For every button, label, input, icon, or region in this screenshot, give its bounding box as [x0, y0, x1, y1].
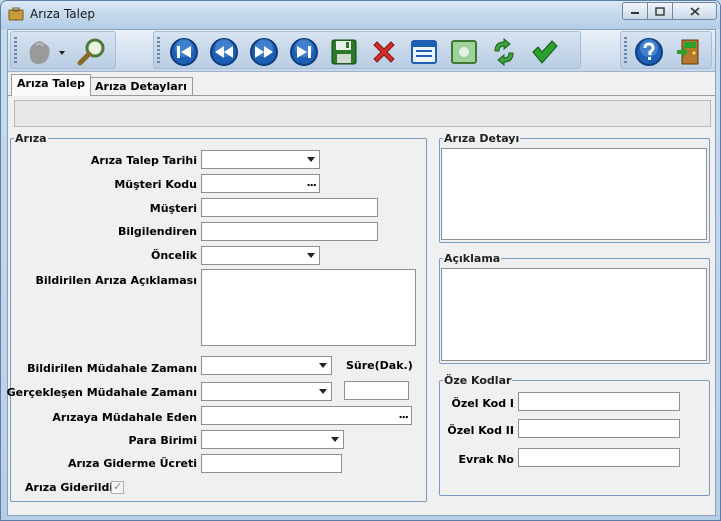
save-icon [331, 39, 357, 65]
giderildi-checkbox[interactable] [111, 480, 124, 494]
oncelik-label: Öncelik [150, 249, 197, 262]
filter-button[interactable] [21, 37, 71, 67]
search-icon [77, 38, 105, 66]
chevron-down-icon [331, 437, 339, 442]
form-view-icon [411, 40, 437, 64]
ozel-kod-2-label: Özel Kod II [447, 424, 514, 437]
form-view-button[interactable] [408, 37, 440, 67]
toolbar-grip[interactable] [14, 37, 17, 65]
chevron-down-icon [307, 253, 315, 258]
app-icon [8, 7, 24, 21]
tab-ariza-talep[interactable]: Arıza Talep [11, 74, 91, 96]
aciklama-group-textarea[interactable] [441, 268, 707, 361]
refresh-button[interactable] [488, 37, 520, 67]
previous-record-icon [210, 38, 238, 66]
mudahale-eden-field[interactable]: ... [201, 406, 412, 425]
toolbar-group-records [153, 31, 581, 69]
ariza-detayi-legend: Arıza Detayı [444, 132, 520, 145]
talep-tarihi-dropdown[interactable] [201, 150, 320, 169]
toolbar [8, 30, 715, 72]
ellipsis-icon[interactable]: ... [398, 408, 409, 421]
musteri-kodu-field[interactable]: ... [201, 174, 320, 193]
aciklama-label: Bildirilen Arıza Açıklaması [35, 274, 197, 287]
close-icon [689, 6, 700, 16]
next-record-icon [250, 38, 278, 66]
close-button[interactable] [672, 2, 717, 20]
evrak-no-input[interactable] [518, 448, 680, 467]
toolbar-grip[interactable] [624, 37, 627, 65]
para-birimi-label: Para Birimi [128, 434, 197, 447]
first-record-icon [170, 38, 198, 66]
musteri-kodu-label: Müşteri Kodu [114, 178, 197, 191]
approve-button[interactable] [528, 37, 560, 67]
musteri-input[interactable] [201, 198, 378, 217]
toolbar-group-help [620, 31, 712, 69]
previous-record-button[interactable] [208, 37, 240, 67]
oncelik-dropdown[interactable] [201, 246, 320, 265]
ozel-kod-1-input[interactable] [518, 392, 680, 411]
note-icon [451, 40, 477, 64]
ozel-kod-1-label: Özel Kod I [451, 397, 515, 410]
ariza-detayi-textarea[interactable] [441, 148, 707, 240]
talep-tarihi-label: Arıza Talep Tarihi [90, 154, 197, 167]
approve-icon [532, 40, 558, 64]
exit-icon [677, 39, 699, 65]
refresh-icon [494, 37, 514, 67]
tab-ariza-detaylari[interactable]: Arıza Detayları [89, 77, 193, 96]
para-birimi-dropdown[interactable] [201, 430, 344, 449]
delete-icon [373, 41, 395, 63]
save-button[interactable] [328, 37, 360, 67]
bilgilendiren-input[interactable] [201, 222, 378, 241]
mudahale-zamani-dropdown[interactable] [201, 356, 332, 375]
gerceklesen-dropdown[interactable] [201, 382, 332, 401]
ozel-kodlar-legend: Öze Kodlar [444, 374, 512, 387]
filter-icon [29, 41, 65, 64]
sure-input[interactable] [344, 381, 409, 400]
application-window: Arıza Talep Arıza Talep Arıza Detayları … [0, 0, 721, 521]
giderildi-label: Arıza Giderildi [25, 481, 114, 494]
mudahale-zamani-label: Bildirilen Müdahale Zamanı [27, 362, 197, 375]
delete-button[interactable] [368, 37, 400, 67]
chevron-down-icon [307, 157, 315, 162]
giderme-ucreti-input[interactable] [201, 454, 342, 473]
tab-strip: Arıza Talep Arıza Detayları [8, 74, 715, 96]
evrak-no-label: Evrak No [458, 453, 514, 466]
mudahale-eden-label: Arızaya Müdahale Eden [52, 411, 197, 424]
first-record-button[interactable] [168, 37, 200, 67]
help-button[interactable] [633, 37, 665, 67]
sure-label: Süre(Dak.) [346, 359, 413, 372]
chevron-down-icon [319, 389, 327, 394]
next-record-button[interactable] [248, 37, 280, 67]
aciklama-textarea[interactable] [201, 269, 416, 346]
ariza-group-legend: Arıza [15, 132, 47, 145]
musteri-label: Müşteri [149, 202, 197, 215]
toolbar-grip[interactable] [157, 37, 160, 65]
minimize-button[interactable] [622, 2, 648, 20]
exit-button[interactable] [673, 37, 705, 67]
toolbar-group-filter [10, 31, 116, 69]
tab-panel: Arıza Arıza Talep Tarihi Müşteri Kodu ..… [6, 95, 715, 515]
ozel-kod-2-input[interactable] [518, 419, 680, 438]
note-button[interactable] [448, 37, 480, 67]
gerceklesen-label: Gerçekleşen Müdahale Zamanı [6, 386, 197, 399]
minimize-icon [631, 12, 639, 14]
help-icon [635, 38, 663, 66]
maximize-icon [655, 6, 665, 16]
window-title: Arıza Talep [30, 7, 95, 21]
client-area: Arıza Talep Arıza Detayları Arıza Arıza … [7, 29, 716, 516]
chevron-down-icon [319, 363, 327, 368]
info-bar [14, 100, 711, 127]
search-button[interactable] [75, 37, 111, 67]
last-record-button[interactable] [288, 37, 320, 67]
title-bar[interactable]: Arıza Talep [1, 1, 720, 29]
aciklama-group-legend: Açıklama [444, 252, 501, 265]
bilgilendiren-label: Bilgilendiren [118, 225, 197, 238]
giderme-ucreti-label: Arıza Giderme Ücreti [67, 457, 197, 470]
last-record-icon [290, 38, 318, 66]
maximize-button[interactable] [647, 2, 673, 20]
ellipsis-icon[interactable]: ... [306, 176, 317, 189]
